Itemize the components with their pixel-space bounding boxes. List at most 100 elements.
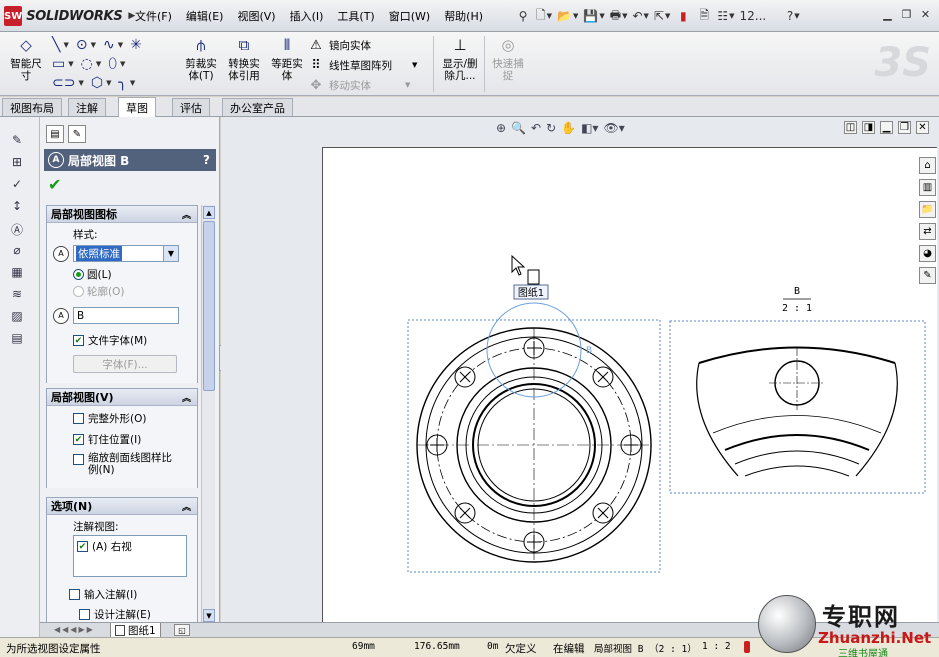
collapse-icon[interactable]: ︽ <box>182 500 191 513</box>
options-icon[interactable]: ☷ ▼ <box>717 6 734 26</box>
annot-view-list[interactable]: ✔ (A) 右视 <box>73 535 187 577</box>
arc-icon[interactable]: ◌ <box>81 56 93 72</box>
pm-help-button[interactable]: ? <box>203 153 210 167</box>
block-icon[interactable]: ▦ <box>8 265 26 283</box>
tile-right-icon[interactable]: ◨ <box>862 121 875 134</box>
rebuild-icon[interactable]: ▮ <box>675 6 691 26</box>
show-hide-relations-button[interactable]: ⊥ 显示/删 除几... <box>438 34 482 83</box>
table-icon[interactable]: ▤ <box>8 331 26 349</box>
radio-button[interactable] <box>73 286 84 297</box>
radio-button[interactable] <box>73 269 84 280</box>
menu-window[interactable]: 窗口(W) <box>389 8 430 24</box>
scroll-up-icon[interactable]: ▲ <box>203 206 215 219</box>
save-icon[interactable]: 💾 ▼ <box>583 6 604 26</box>
tab-view-layout[interactable]: 视图布局 <box>2 98 62 116</box>
tab-annotation[interactable]: 注解 <box>68 98 106 116</box>
offset-entities-button[interactable]: ⫴ 等距实 体 <box>267 34 307 83</box>
ellipse-icon[interactable]: ⬯ <box>108 56 117 72</box>
convert-entities-button[interactable]: ⧉ 转换实 体引用 <box>223 34 265 83</box>
document-font-checkbox[interactable]: ✔ 文件字体(M) <box>73 333 147 348</box>
rectangle-icon[interactable]: ▭ <box>52 56 65 72</box>
search-field[interactable]: 12... <box>740 6 767 26</box>
file-explorer-icon[interactable]: 📁 <box>919 201 936 218</box>
appearances-icon[interactable]: ◕ <box>919 245 936 262</box>
font-button[interactable]: 字体(F)... <box>73 355 177 373</box>
drawing-canvas[interactable]: 图纸1 B B 2: 1 <box>323 148 938 636</box>
graphics-area[interactable]: ⊕ 🔍 ↶ ↻ ✋ ◧▾ 👁▾ ◫ ◨ ▁ ❐ ✕ 图纸1 B B 2: 1 … <box>221 117 939 637</box>
checkbox[interactable] <box>73 454 84 465</box>
sheet-nav-arrows-icon[interactable]: ◀◀◀▶▶ <box>54 625 95 634</box>
rebuild-status-icon[interactable] <box>744 641 750 656</box>
move-entities-button[interactable]: ✥ 移动实体 ▼ <box>308 75 438 95</box>
property-manager-icon[interactable]: ✎ <box>68 125 86 143</box>
mirror-entities-button[interactable]: ⚠ 镜向实体 <box>308 35 438 55</box>
checkbox[interactable] <box>69 589 80 600</box>
restore-icon[interactable]: ❐ <box>899 7 914 22</box>
fillet-icon[interactable]: ╮ <box>118 75 126 91</box>
slot-icon[interactable]: ⊂⊃ <box>52 75 75 91</box>
undo-icon[interactable]: ↶ ▼ <box>632 6 648 26</box>
group-header[interactable]: 局部视图(V) ︽ <box>47 389 197 406</box>
checkbox[interactable]: ✔ <box>73 434 84 445</box>
scroll-thumb[interactable] <box>203 221 215 391</box>
trim-button[interactable]: ⫛ 剪裁实 体(T) <box>181 34 221 83</box>
menu-tools[interactable]: 工具(T) <box>337 8 374 24</box>
app-logo[interactable]: SW SOLIDWORKS ▶ <box>4 5 135 27</box>
menu-file[interactable]: 文件(F) <box>135 8 172 24</box>
zoom-to-fit-icon[interactable]: ⊕ <box>496 121 506 135</box>
tab-sketch[interactable]: 草图 <box>118 97 156 117</box>
balloon-icon[interactable]: ⊞ <box>8 155 26 173</box>
pm-scrollbar[interactable]: ▲ ▼ <box>201 205 215 623</box>
custom-properties-icon[interactable]: ✎ <box>919 267 936 284</box>
close-icon[interactable]: ✕ <box>918 7 933 22</box>
sheet-tab[interactable]: 图纸1 <box>110 623 161 638</box>
quick-snaps-button[interactable]: ◎ 快速捕 捉 <box>488 34 528 83</box>
file-properties-icon[interactable]: 🗎 <box>696 6 712 26</box>
checkbox[interactable]: ✔ <box>77 541 88 552</box>
full-outline-checkbox[interactable]: 完整外形(O) <box>73 411 146 426</box>
menu-edit[interactable]: 编辑(E) <box>186 8 224 24</box>
pin-position-checkbox[interactable]: ✔ 钉住位置(I) <box>73 432 141 447</box>
group-header[interactable]: 选项(N) ︽ <box>47 498 197 515</box>
tab-office-products[interactable]: 办公室产品 <box>222 98 293 116</box>
drawing-sheet[interactable]: 图纸1 B B 2: 1 <box>322 147 937 635</box>
linear-pattern-button[interactable]: ⠿ 线性草图阵列 ▼ <box>308 55 438 75</box>
collapse-icon[interactable]: ︽ <box>182 391 191 404</box>
add-sheet-icon[interactable]: ◱ <box>174 624 190 636</box>
surface-finish-icon[interactable]: ✓ <box>8 177 26 195</box>
point-icon[interactable]: ✳ <box>130 37 142 53</box>
note-icon[interactable]: ✎ <box>8 133 26 151</box>
list-item[interactable]: ✔ (A) 右视 <box>77 539 183 554</box>
datum-target-icon[interactable]: Ⓐ <box>8 221 26 239</box>
previous-view-icon[interactable]: ↶ <box>531 121 541 135</box>
label-input[interactable]: B <box>73 307 179 324</box>
checkbox[interactable] <box>79 609 90 620</box>
spline-icon[interactable]: ∿ <box>103 37 115 53</box>
hatch-icon[interactable]: ▨ <box>8 309 26 327</box>
minimize-icon[interactable]: ▁ <box>880 7 895 22</box>
tile-left-icon[interactable]: ◫ <box>844 121 857 134</box>
pan-icon[interactable]: ✋ <box>561 121 576 135</box>
group-header[interactable]: 局部视图图标 ︽ <box>47 206 197 223</box>
hole-callout-icon[interactable]: ⌀ <box>8 243 26 261</box>
menu-view[interactable]: 视图(V) <box>237 8 275 24</box>
doc-close-icon[interactable]: ✕ <box>916 121 929 134</box>
help-icon[interactable]: ? ▼ <box>785 6 801 26</box>
rotate-icon[interactable]: ↻ <box>546 121 556 135</box>
view-palette-icon[interactable]: ⇄ <box>919 223 936 240</box>
print-icon[interactable]: 🖶 ▼ <box>610 6 628 26</box>
import-annot-checkbox[interactable]: 输入注解(I) <box>69 587 137 602</box>
doc-restore-icon[interactable]: ❐ <box>898 121 911 134</box>
radio-profile[interactable]: 轮廓(O) <box>73 284 124 299</box>
style-select[interactable]: 依照标准 ▼ <box>73 245 179 262</box>
select-icon[interactable]: ⇱ ▼ <box>654 6 670 26</box>
menu-insert[interactable]: 插入(I) <box>290 8 324 24</box>
ok-check-icon[interactable]: ✔ <box>48 175 61 194</box>
design-annot-checkbox[interactable]: 设计注解(E) <box>79 607 151 622</box>
menu-help[interactable]: 帮助(H) <box>444 8 483 24</box>
smart-dimension-button[interactable]: ◇ 智能尺 寸 <box>6 34 46 83</box>
chevron-down-icon[interactable]: ▼ <box>163 246 178 261</box>
collapse-icon[interactable]: ︽ <box>182 208 191 221</box>
datum-icon[interactable]: ↕ <box>8 199 26 217</box>
circle-icon[interactable]: ⊙ <box>76 37 88 53</box>
